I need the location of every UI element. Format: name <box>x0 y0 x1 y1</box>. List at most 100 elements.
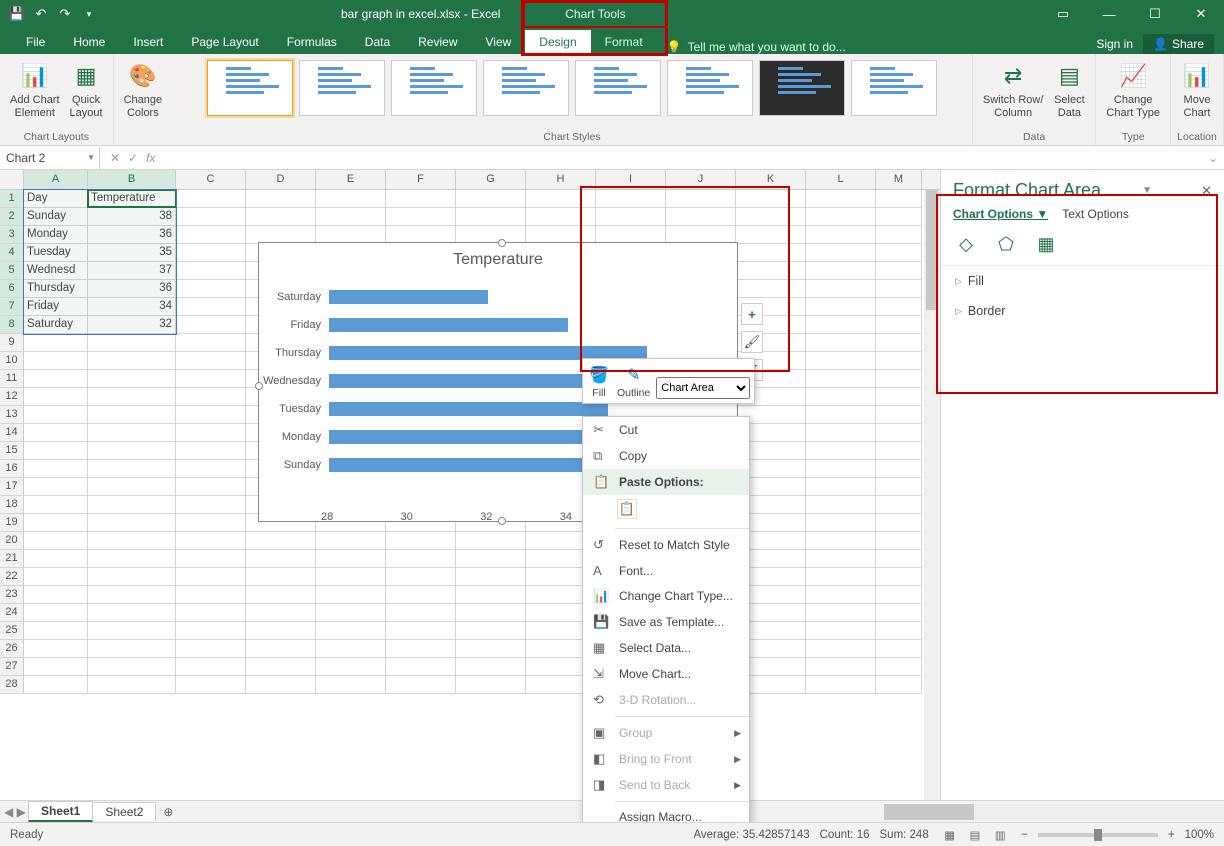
row-header-4[interactable]: 4 <box>0 244 24 262</box>
cell-G26[interactable] <box>456 640 526 658</box>
menu-font[interactable]: AFont... <box>583 558 749 583</box>
cell-M5[interactable] <box>876 262 922 280</box>
row-header-14[interactable]: 14 <box>0 424 24 442</box>
cell-L10[interactable] <box>806 352 876 370</box>
cell-M1[interactable] <box>876 190 922 208</box>
cell-M26[interactable] <box>876 640 922 658</box>
cell-M7[interactable] <box>876 298 922 316</box>
cell-B3[interactable]: 36 <box>88 226 176 244</box>
paste-option-icon[interactable]: 📋 <box>617 499 637 519</box>
cell-C19[interactable] <box>176 514 246 532</box>
cell-A2[interactable]: Sunday <box>24 208 88 226</box>
cell-D21[interactable] <box>246 550 316 568</box>
cell-M17[interactable] <box>876 478 922 496</box>
cell-F21[interactable] <box>386 550 456 568</box>
cell-F23[interactable] <box>386 586 456 604</box>
cell-C25[interactable] <box>176 622 246 640</box>
cell-A14[interactable] <box>24 424 88 442</box>
chart-category-label[interactable]: Tuesday <box>253 403 329 415</box>
cell-M27[interactable] <box>876 658 922 676</box>
cell-A28[interactable] <box>24 676 88 694</box>
cell-B1[interactable]: Temperature <box>88 190 176 208</box>
cell-B10[interactable] <box>88 352 176 370</box>
cell-D26[interactable] <box>246 640 316 658</box>
save-icon[interactable]: 💾 <box>8 5 26 23</box>
row-header-21[interactable]: 21 <box>0 550 24 568</box>
sheet-tab-1[interactable]: Sheet1 <box>28 801 93 822</box>
size-category-icon[interactable]: ▦ <box>1035 233 1057 255</box>
change-chart-type-button[interactable]: 📈 Change Chart Type <box>1102 58 1164 121</box>
cell-B7[interactable]: 34 <box>88 298 176 316</box>
column-header-K[interactable]: K <box>736 170 806 189</box>
row-header-2[interactable]: 2 <box>0 208 24 226</box>
cell-L25[interactable] <box>806 622 876 640</box>
cell-D2[interactable] <box>246 208 316 226</box>
cell-A20[interactable] <box>24 532 88 550</box>
cell-M25[interactable] <box>876 622 922 640</box>
page-layout-view-icon[interactable]: ▤ <box>964 828 986 842</box>
chart-bar[interactable] <box>329 318 568 332</box>
cell-G20[interactable] <box>456 532 526 550</box>
cell-M24[interactable] <box>876 604 922 622</box>
cell-A1[interactable]: Day <box>24 190 88 208</box>
cell-D20[interactable] <box>246 532 316 550</box>
row-header-27[interactable]: 27 <box>0 658 24 676</box>
cell-B8[interactable]: 32 <box>88 316 176 334</box>
cell-J1[interactable] <box>666 190 736 208</box>
cell-F25[interactable] <box>386 622 456 640</box>
text-options-tab[interactable]: Text Options <box>1062 207 1129 221</box>
row-header-24[interactable]: 24 <box>0 604 24 622</box>
cell-K1[interactable] <box>736 190 806 208</box>
cell-C26[interactable] <box>176 640 246 658</box>
cell-A18[interactable] <box>24 496 88 514</box>
cell-M10[interactable] <box>876 352 922 370</box>
cancel-icon[interactable]: ✕ <box>110 151 120 165</box>
cell-M2[interactable] <box>876 208 922 226</box>
cell-A4[interactable]: Tuesday <box>24 244 88 262</box>
cell-A9[interactable] <box>24 334 88 352</box>
cell-E26[interactable] <box>316 640 386 658</box>
column-header-F[interactable]: F <box>386 170 456 189</box>
new-sheet-button[interactable]: ⊕ <box>155 805 181 819</box>
cell-L15[interactable] <box>806 442 876 460</box>
fx-icon[interactable]: fx <box>146 151 155 165</box>
format-pane-menu-icon[interactable]: ▼ <box>1142 185 1152 196</box>
cell-C6[interactable] <box>176 280 246 298</box>
column-header-A[interactable]: A <box>24 170 88 189</box>
cell-L1[interactable] <box>806 190 876 208</box>
cell-L13[interactable] <box>806 406 876 424</box>
cell-A23[interactable] <box>24 586 88 604</box>
cell-L9[interactable] <box>806 334 876 352</box>
cell-A19[interactable] <box>24 514 88 532</box>
cell-B9[interactable] <box>88 334 176 352</box>
cell-C11[interactable] <box>176 370 246 388</box>
cell-E1[interactable] <box>316 190 386 208</box>
cell-B16[interactable] <box>88 460 176 478</box>
menu-move-chart[interactable]: ⇲Move Chart... <box>583 661 749 687</box>
row-header-1[interactable]: 1 <box>0 190 24 208</box>
zoom-slider[interactable] <box>1038 833 1158 837</box>
select-all-corner[interactable] <box>0 170 24 189</box>
cell-E28[interactable] <box>316 676 386 694</box>
column-header-H[interactable]: H <box>526 170 596 189</box>
cell-C14[interactable] <box>176 424 246 442</box>
cell-E22[interactable] <box>316 568 386 586</box>
cell-M11[interactable] <box>876 370 922 388</box>
cell-K6[interactable] <box>736 280 806 298</box>
cell-M18[interactable] <box>876 496 922 514</box>
cell-C12[interactable] <box>176 388 246 406</box>
cell-C5[interactable] <box>176 262 246 280</box>
menu-copy[interactable]: ⧉Copy <box>583 443 749 469</box>
cell-E27[interactable] <box>316 658 386 676</box>
cell-L14[interactable] <box>806 424 876 442</box>
column-header-D[interactable]: D <box>246 170 316 189</box>
column-header-L[interactable]: L <box>806 170 876 189</box>
cell-E25[interactable] <box>316 622 386 640</box>
chart-category-label[interactable]: Friday <box>253 319 329 331</box>
cell-G28[interactable] <box>456 676 526 694</box>
change-colors-button[interactable]: 🎨 Change Colors <box>120 58 167 121</box>
cell-C8[interactable] <box>176 316 246 334</box>
cell-C1[interactable] <box>176 190 246 208</box>
cell-B4[interactable]: 35 <box>88 244 176 262</box>
row-header-22[interactable]: 22 <box>0 568 24 586</box>
